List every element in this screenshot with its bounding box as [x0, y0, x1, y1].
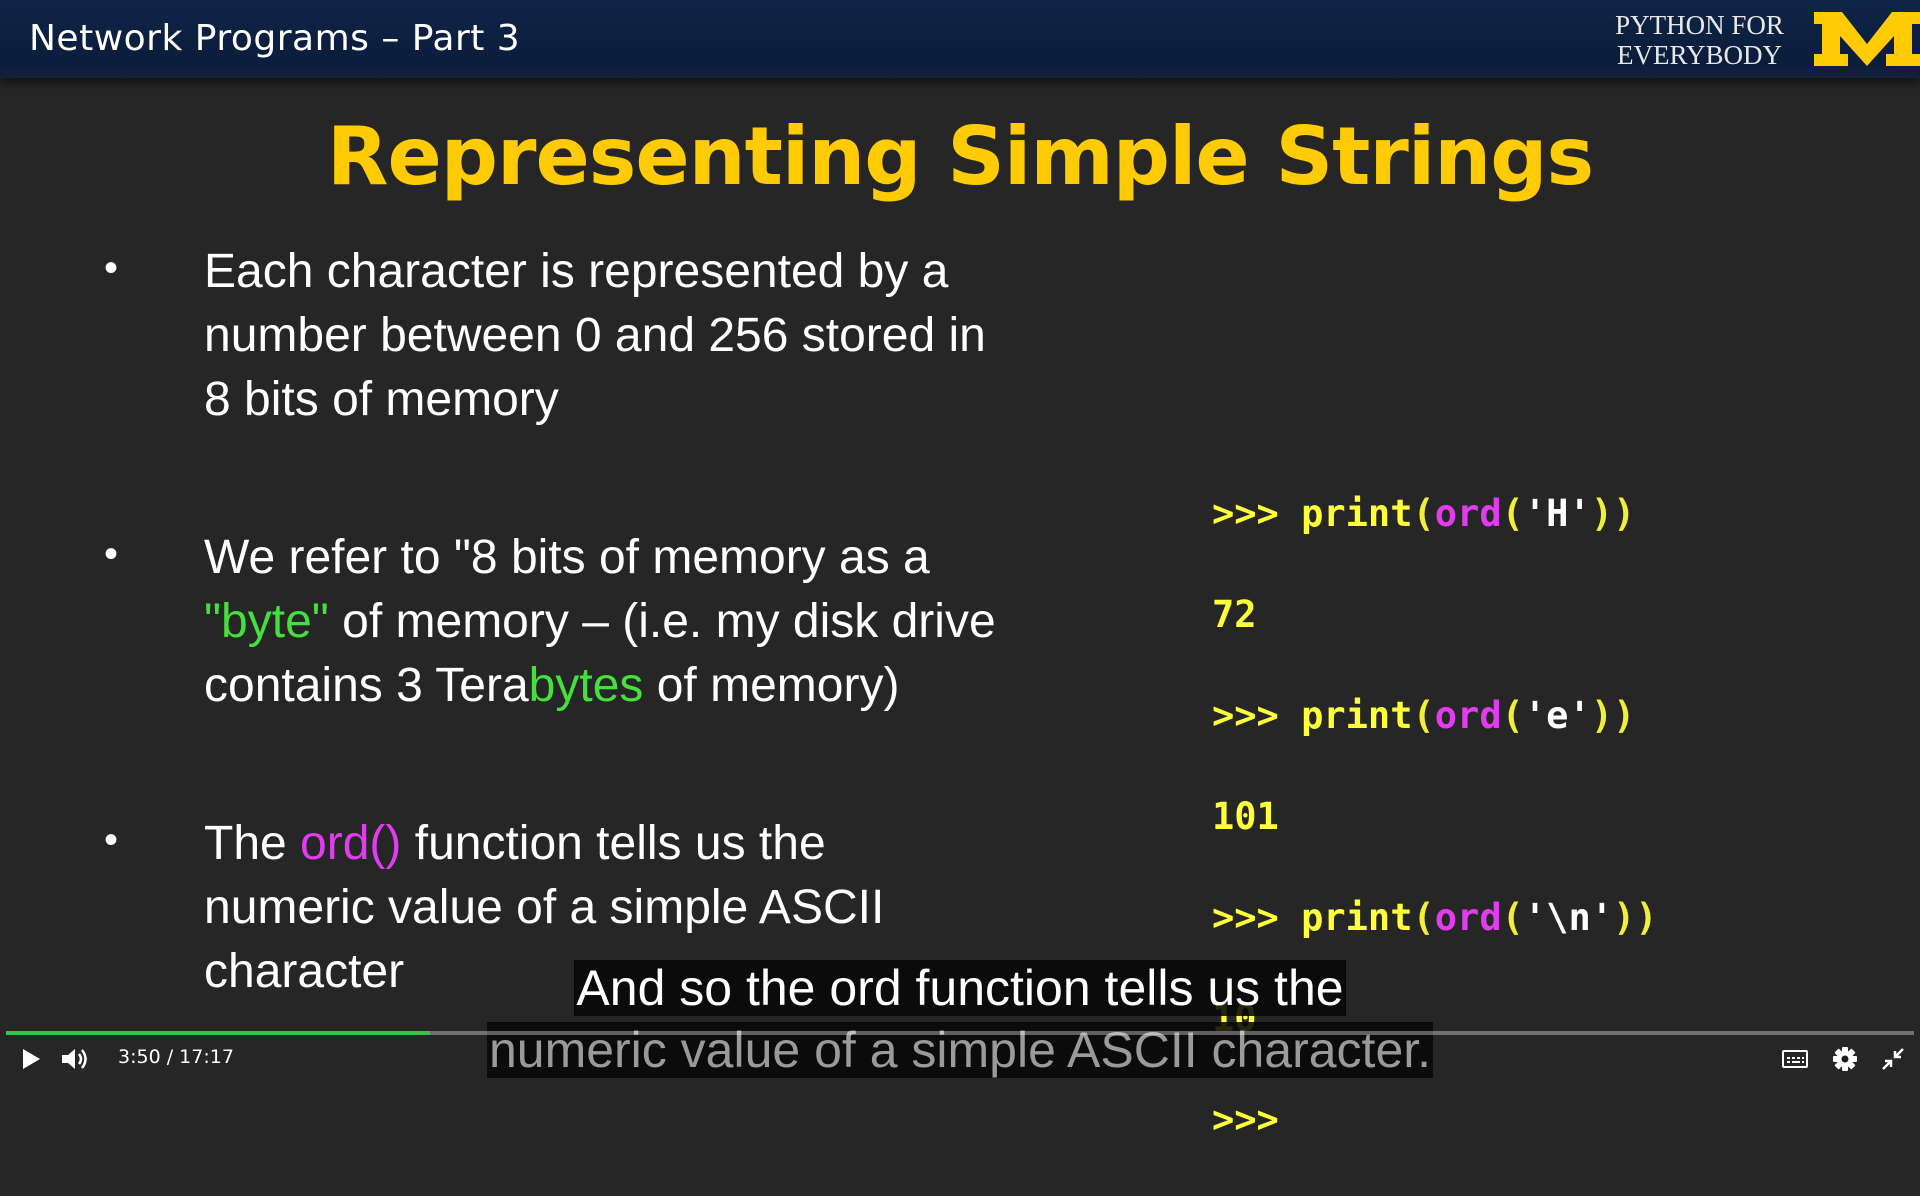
slide-header: Network Programs – Part 3 PYTHON FOR EVE… [0, 0, 1920, 78]
bullet-marker-1: • [104, 246, 119, 290]
byte-highlight: "byte" [204, 595, 329, 648]
brand-text: PYTHON FOR EVERYBODY [1612, 10, 1787, 70]
code-line-1: >>> print(ord('H')) [1212, 489, 1658, 540]
university-logo [1814, 12, 1920, 66]
ord-highlight: ord() [300, 817, 402, 870]
caption-line-1-text: And so the ord function tells us the [574, 960, 1346, 1016]
bullet-1-line-3: 8 bits of memory [204, 373, 559, 426]
code-function: print [1301, 895, 1413, 939]
code-paren: ( [1501, 491, 1524, 535]
code-sample: >>> print(ord('H')) 72 >>> print(ord('e'… [1212, 438, 1658, 1196]
bullet-text-2: We refer to "8 bits of memory as a "byte… [204, 526, 1124, 718]
code-function: print [1301, 693, 1413, 737]
progress-played [6, 1031, 430, 1035]
code-line-3: >>> print(ord('\n')) [1212, 893, 1658, 944]
code-paren: )) [1590, 491, 1636, 535]
logo-m-shape [1814, 12, 1920, 66]
lecture-title: Network Programs – Part 3 [29, 18, 521, 59]
code-ord: ord [1434, 895, 1502, 939]
progress-bar[interactable] [6, 1031, 1914, 1035]
time-display: 3:50 / 17:17 [118, 1046, 234, 1068]
code-ord: ord [1434, 693, 1502, 737]
code-prompt: >>> [1212, 693, 1302, 737]
caption-line-2: numeric value of a simple ASCII characte… [0, 1020, 1920, 1080]
duration: 17:17 [179, 1046, 234, 1068]
code-ord: ord [1434, 491, 1502, 535]
code-string: '\n' [1523, 895, 1613, 939]
code-paren: ( [1501, 895, 1524, 939]
bullet-3-line-1-a: The [204, 817, 301, 870]
code-string: 'e' [1523, 693, 1591, 737]
time-separator: / [166, 1046, 174, 1068]
bullet-2-line-2-rest: of memory – (i.e. my disk drive [328, 595, 996, 648]
caption-line-1: And so the ord function tells us the [0, 958, 1920, 1018]
bullet-2-line-3: contains 3 Terabytes of memory) [204, 654, 1124, 718]
bullet-1-line-2: number between 0 and 256 stored in [204, 309, 986, 362]
exit-fullscreen-icon[interactable] [1880, 1046, 1906, 1072]
bullet-1-line-1: Each character is represented by a [204, 245, 949, 298]
code-paren: )) [1590, 693, 1636, 737]
brand-text-line1: PYTHON FOR [1615, 10, 1784, 40]
code-paren: ( [1412, 693, 1435, 737]
bullet-2-line-3-b: of memory) [643, 659, 900, 712]
bullet-3-line-1: The ord() function tells us the [204, 812, 1124, 876]
settings-icon[interactable] [1832, 1046, 1858, 1072]
current-time: 3:50 [118, 1046, 161, 1068]
slide-title: Representing Simple Strings [326, 110, 1594, 203]
code-paren: ( [1412, 491, 1435, 535]
code-paren: ( [1412, 895, 1435, 939]
code-function: print [1301, 491, 1413, 535]
brand-text-line2: EVERYBODY [1616, 40, 1782, 70]
captions-icon[interactable] [1782, 1046, 1808, 1072]
code-output-1: 72 [1212, 592, 1257, 636]
play-icon[interactable] [20, 1046, 42, 1072]
code-prompt: >>> [1212, 895, 1302, 939]
code-prompt: >>> [1212, 491, 1302, 535]
bullet-2-line-1: We refer to "8 bits of memory as a [204, 531, 930, 584]
bullet-marker-2: • [104, 532, 119, 576]
code-paren: )) [1613, 895, 1658, 939]
bullet-3-line-2: numeric value of a simple ASCII [204, 881, 885, 934]
code-output-2: 101 [1212, 794, 1279, 838]
code-line-2: >>> print(ord('e')) [1212, 691, 1658, 742]
bullet-text-1: Each character is represented by a numbe… [204, 240, 1124, 432]
code-paren: ( [1501, 693, 1524, 737]
bytes-highlight: bytes [528, 659, 644, 712]
bullet-marker-3: • [104, 818, 119, 862]
bullet-2-line-2: "byte" of memory – (i.e. my disk drive [204, 590, 1124, 654]
code-final-prompt: >>> [1212, 1097, 1279, 1141]
code-string: 'H' [1523, 491, 1591, 535]
volume-icon[interactable] [60, 1046, 90, 1072]
bullet-2-line-3-a: contains 3 Tera [204, 659, 529, 712]
bullet-3-line-1-b: function tells us the [401, 817, 826, 870]
